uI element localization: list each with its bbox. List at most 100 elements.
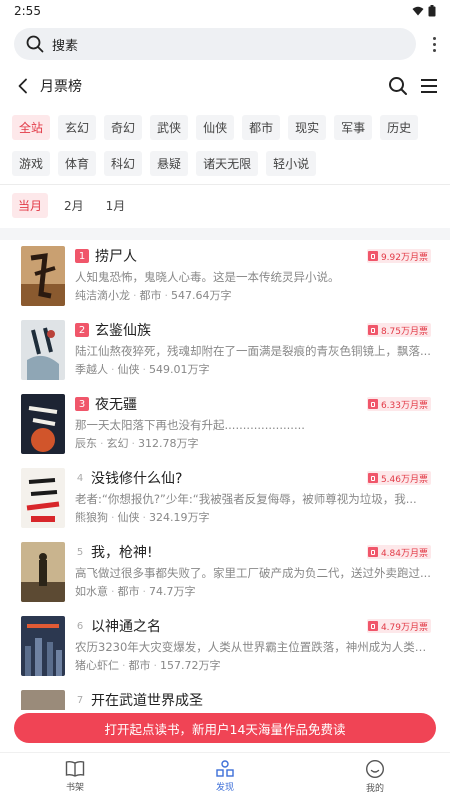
category-chip[interactable]: 玄幻	[58, 115, 97, 140]
wifi-icon	[412, 6, 424, 16]
book-meta: 纯洁滴小龙 · 都市 · 547.64万字	[75, 289, 232, 302]
book-item[interactable]: 2 玄鉴仙族 8.75万月票 陆江仙熬夜猝死，残魂却附在了一面满是裂痕的青灰色铜…	[11, 314, 439, 388]
header-actions	[388, 76, 438, 96]
book-title: 没钱修什么仙?	[91, 471, 183, 487]
book-meta: 熊狼狗 · 仙侠 · 324.19万字	[75, 511, 210, 524]
search-label: 搜素	[52, 38, 79, 54]
book-cover	[21, 246, 65, 306]
category-chip[interactable]: 仙侠	[196, 115, 235, 140]
book-title: 我，枪神!	[91, 545, 153, 561]
back-button[interactable]	[12, 75, 34, 97]
menu-icon[interactable]	[420, 78, 438, 94]
rank-badge: 1	[75, 249, 89, 263]
book-icon	[65, 760, 85, 777]
ticket-icon	[367, 325, 378, 335]
book-cover	[21, 616, 65, 676]
category-chip[interactable]: 全站	[12, 115, 51, 140]
ticket-icon	[367, 399, 378, 409]
status-time: 2:55	[14, 4, 41, 18]
open-app-banner[interactable]: 打开起点读书，新用户14天海量作品免费读	[14, 713, 436, 743]
rank-number: 5	[76, 546, 84, 558]
nav-bookshelf[interactable]: 书架	[0, 753, 150, 800]
nav-discover[interactable]: 发现	[150, 753, 300, 800]
rank-number: 7	[76, 694, 84, 706]
search-input[interactable]: 搜素	[14, 28, 416, 60]
category-chip[interactable]: 体育	[58, 151, 97, 176]
page-header: 月票榜	[0, 68, 450, 104]
discover-icon	[216, 760, 234, 777]
period-tab-current[interactable]: 当月	[12, 193, 49, 218]
bottom-nav: 书架 发现 我的	[0, 752, 450, 800]
period-tab[interactable]: 1月	[100, 193, 132, 218]
book-title: 捞尸人	[95, 249, 137, 265]
book-description: 高飞做过很多事都失败了。家里工厂破产成为负二代，送过外卖跑过...	[75, 566, 431, 580]
book-title: 开在武道世界成圣	[91, 693, 203, 709]
category-chip[interactable]: 历史	[380, 115, 419, 140]
book-cover	[21, 468, 65, 528]
category-chip[interactable]: 军事	[334, 115, 373, 140]
profile-icon	[365, 759, 385, 779]
page-title: 月票榜	[40, 79, 82, 95]
book-cover	[21, 394, 65, 454]
rank-badge: 3	[75, 397, 89, 411]
book-cover	[21, 320, 65, 380]
more-options-icon[interactable]	[422, 28, 446, 60]
category-chip[interactable]: 都市	[242, 115, 281, 140]
battery-icon	[428, 5, 436, 17]
book-item[interactable]: 7 开在武道世界成圣	[11, 684, 439, 710]
period-tab[interactable]: 2月	[58, 193, 90, 218]
book-item[interactable]: 6 以神通之名 4.79万月票 农历3230年大灾变爆发，人类从世界霸主位置跌落…	[11, 610, 439, 684]
book-description: 那一天太阳落下再也没有升起......................	[75, 418, 305, 432]
book-description: 农历3230年大灾变爆发，人类从世界霸主位置跌落，神州成为人类最...	[75, 640, 433, 654]
ticket-icon	[367, 547, 378, 557]
section-gap	[0, 228, 450, 240]
book-item[interactable]: 4 没钱修什么仙? 5.46万月票 老者:“你想报仇?”少年:“我被强者反复侮辱…	[11, 462, 439, 536]
votes-badge: 9.92万月票	[366, 249, 431, 263]
divider	[0, 184, 450, 185]
book-item[interactable]: 3 夜无疆 6.33万月票 那一天太阳落下再也没有升起.............…	[11, 388, 439, 462]
votes-badge: 8.75万月票	[366, 323, 431, 337]
book-title: 以神通之名	[91, 619, 161, 635]
header-search-icon[interactable]	[388, 76, 408, 96]
ticket-icon	[367, 251, 378, 261]
book-meta: 猪心虾仁 · 都市 · 157.72万字	[75, 659, 221, 672]
book-meta: 如水意 · 都市 · 74.7万字	[75, 585, 196, 598]
nav-profile[interactable]: 我的	[300, 753, 450, 800]
category-row-1: 全站 玄幻 奇幻 武侠 仙侠 都市 现实 军事 历史	[12, 115, 442, 140]
votes-badge: 4.79万月票	[366, 619, 431, 633]
search-row: 搜素	[0, 24, 450, 64]
status-bar: 2:55	[0, 0, 450, 22]
book-title: 夜无疆	[95, 397, 137, 413]
book-item[interactable]: 1 捞尸人 9.92万月票 人知鬼恐怖，鬼晓人心毒。这是一本传统灵异小说。 纯洁…	[11, 240, 439, 314]
votes-badge: 4.84万月票	[366, 545, 431, 559]
rank-number: 4	[76, 472, 84, 484]
ranking-list: 1 捞尸人 9.92万月票 人知鬼恐怖，鬼晓人心毒。这是一本传统灵异小说。 纯洁…	[11, 240, 439, 710]
ticket-icon	[367, 621, 378, 631]
votes-badge: 5.46万月票	[366, 471, 431, 485]
status-icons	[412, 5, 436, 17]
rank-number: 6	[76, 620, 84, 632]
book-title: 玄鉴仙族	[95, 323, 151, 339]
book-item[interactable]: 5 我，枪神! 4.84万月票 高飞做过很多事都失败了。家里工厂破产成为负二代，…	[11, 536, 439, 610]
book-meta: 辰东 · 玄幻 · 312.78万字	[75, 437, 199, 450]
back-arrow-icon	[18, 78, 27, 94]
ticket-icon	[367, 473, 378, 483]
category-chip[interactable]: 武侠	[150, 115, 189, 140]
category-chip[interactable]: 轻小说	[266, 151, 317, 176]
category-chip[interactable]: 悬疑	[150, 151, 189, 176]
book-description: 老者:“你想报仇?”少年:“我被强者反复侮辱，被师尊视为垃圾，我...	[75, 492, 417, 506]
rank-badge: 2	[75, 323, 89, 337]
book-meta: 季越人 · 仙侠 · 549.01万字	[75, 363, 210, 376]
period-tabs: 当月 2月 1月	[12, 193, 131, 218]
category-chip[interactable]: 奇幻	[104, 115, 143, 140]
votes-badge: 6.33万月票	[366, 397, 431, 411]
book-description: 人知鬼恐怖，鬼晓人心毒。这是一本传统灵异小说。	[75, 270, 340, 284]
book-description: 陆江仙熬夜猝死，残魂却附在了一面满是裂痕的青灰色铜镜上，飘落...	[75, 344, 431, 358]
search-icon	[26, 35, 44, 53]
category-row-2: 游戏 体育 科幻 悬疑 诸天无限 轻小说	[12, 151, 442, 176]
category-chip[interactable]: 诸天无限	[196, 151, 259, 176]
category-chip[interactable]: 现实	[288, 115, 327, 140]
category-chip[interactable]: 游戏	[12, 151, 51, 176]
book-cover	[21, 690, 65, 710]
category-chip[interactable]: 科幻	[104, 151, 143, 176]
